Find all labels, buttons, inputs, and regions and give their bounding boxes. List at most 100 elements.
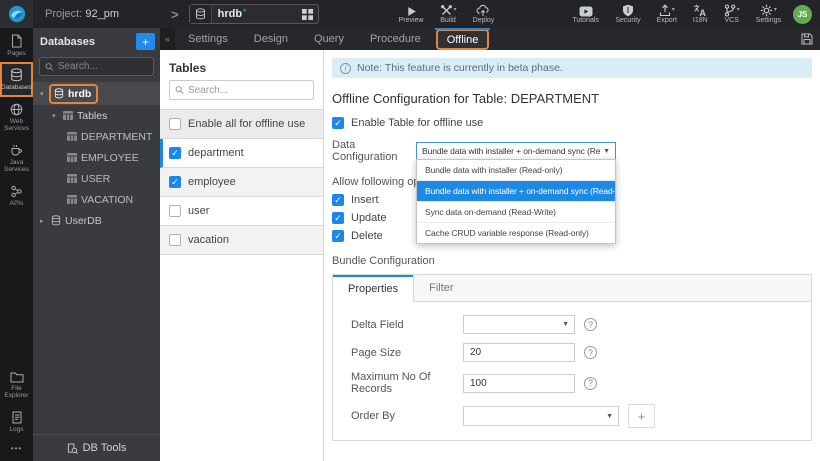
export-button[interactable]: ▾ Export — [649, 0, 685, 28]
sidebar-item-databases[interactable]: Databases — [0, 62, 33, 97]
table-icon — [67, 153, 77, 162]
dropdown-option[interactable]: Sync data on-demand (Read-Write) — [417, 202, 615, 223]
tree-node-employee[interactable]: EMPLOYEE — [33, 147, 160, 168]
security-label: Security — [615, 17, 641, 24]
sidebar-item-java-services[interactable]: Java Services — [0, 138, 33, 179]
dropdown-option[interactable]: Cache CRUD variable response (Read-only) — [417, 223, 615, 243]
tab-design[interactable]: Design — [241, 28, 301, 50]
vcs-label: VCS — [724, 17, 739, 24]
caret-down-icon[interactable]: ▾ — [52, 112, 59, 120]
bundle-configuration-box: Properties Filter Delta Field ▼ ? Page S… — [332, 274, 812, 441]
more-icon[interactable]: ••• — [0, 438, 33, 461]
tables-search-input[interactable] — [188, 84, 308, 96]
coffee-icon — [11, 144, 23, 156]
export-icon: ▾ — [659, 4, 675, 17]
globe-icon — [10, 103, 23, 116]
dropdown-option-highlighted[interactable]: Bundle data with installer + on-demand s… — [417, 181, 615, 202]
build-label: Build — [440, 17, 456, 24]
i18n-button[interactable]: A I18N — [685, 0, 716, 28]
save-button[interactable] — [794, 28, 820, 50]
rail-label: Web Services — [4, 117, 29, 133]
app-logo[interactable] — [0, 0, 33, 28]
table-row-vacation[interactable]: vacation — [160, 226, 323, 255]
tree-node-user[interactable]: USER — [33, 168, 160, 189]
operation-label: Delete — [351, 230, 383, 242]
tables-search[interactable] — [169, 80, 314, 100]
delta-field-select[interactable]: ▼ — [463, 315, 575, 334]
tree-node-vacation[interactable]: VACATION — [33, 189, 160, 210]
help-icon[interactable]: ? — [584, 346, 597, 359]
doc-tab-hrdb[interactable]: hrdb * — [188, 4, 319, 24]
tree-node-tables[interactable]: ▾ Tables — [33, 105, 160, 126]
help-icon[interactable]: ? — [584, 318, 597, 331]
caret-right-icon[interactable]: ▸ — [40, 217, 47, 225]
table-row-department[interactable]: ✓ department — [160, 139, 323, 168]
database-search-input[interactable] — [57, 61, 148, 72]
help-icon[interactable]: ? — [584, 376, 597, 390]
sidebar-item-pages[interactable]: Pages — [0, 28, 33, 62]
checkbox-enable-table[interactable]: ✓ — [332, 117, 344, 129]
checkbox-department[interactable]: ✓ — [169, 147, 181, 159]
tab-settings[interactable]: Settings — [175, 28, 241, 50]
left-rail: Pages Databases Web Services Java Servic… — [0, 28, 33, 461]
editor-tab-bar: « Settings Design Query Procedure Offlin… — [160, 28, 820, 50]
sidebar-item-logs[interactable]: Logs — [0, 405, 33, 438]
select-caret-icon: ▼ — [606, 412, 613, 420]
tutorials-button[interactable]: Tutorials — [564, 0, 607, 28]
databases-panel-header: Databases + — [33, 28, 160, 55]
table-row-enable-all[interactable]: Enable all for offline use — [160, 110, 323, 139]
checkbox-update[interactable]: ✓ — [332, 212, 344, 224]
svg-text:A: A — [700, 8, 707, 17]
deploy-button[interactable]: Deploy — [465, 0, 503, 28]
enable-table-row: ✓ Enable Table for offline use — [332, 117, 812, 129]
collapse-panel-button[interactable]: « — [160, 28, 175, 50]
wavemaker-studio: Project: 92_pm > hrdb * Preview ▾ Build … — [0, 0, 820, 461]
order-by-select[interactable]: ▼ — [463, 406, 619, 426]
sidebar-item-apis[interactable]: APIs — [0, 179, 33, 212]
page-size-input[interactable] — [463, 343, 575, 362]
database-search[interactable] — [39, 57, 154, 76]
avatar[interactable]: JS — [793, 4, 812, 24]
data-configuration-select[interactable]: Bundle data with installer + on-demand s… — [416, 141, 616, 161]
tree-node-userdb[interactable]: ▸ UserDB — [33, 210, 160, 231]
checkbox-vacation[interactable] — [169, 234, 181, 246]
table-row-user[interactable]: user — [160, 197, 323, 226]
sidebar-item-file-explorer[interactable]: File Explorer — [0, 365, 33, 405]
checkbox-insert[interactable]: ✓ — [332, 194, 344, 206]
caret-down-icon[interactable]: ▾ — [40, 90, 47, 98]
table-row-employee[interactable]: ✓ employee — [160, 168, 323, 197]
dropdown-option[interactable]: Bundle data with installer (Read-only) — [417, 160, 615, 181]
db-tools-button[interactable]: DB Tools — [33, 434, 160, 461]
tree-node-department[interactable]: DEPARTMENT — [33, 126, 160, 147]
db-tools-icon — [67, 442, 78, 454]
note-text: Note: This feature is currently in beta … — [357, 62, 563, 74]
tab-filter[interactable]: Filter — [414, 275, 468, 301]
grid-icon[interactable] — [301, 8, 313, 20]
i18n-label: I18N — [692, 17, 708, 24]
build-button[interactable]: ▾ Build — [432, 0, 465, 28]
settings-button[interactable]: ▾ Settings — [748, 0, 789, 28]
max-records-input[interactable] — [463, 373, 575, 393]
checkbox-employee[interactable]: ✓ — [169, 176, 181, 188]
tab-procedure[interactable]: Procedure — [357, 28, 434, 50]
checkbox-user[interactable] — [169, 205, 181, 217]
checkbox-delete[interactable]: ✓ — [332, 230, 344, 242]
checkbox-enable-all[interactable] — [169, 118, 181, 130]
tree-node-label: hrdb — [68, 87, 92, 100]
add-database-button[interactable]: + — [136, 33, 155, 50]
tab-properties[interactable]: Properties — [333, 275, 415, 302]
chevron-right-icon: > — [171, 6, 179, 22]
preview-label: Preview — [398, 17, 424, 24]
tab-query[interactable]: Query — [301, 28, 357, 50]
tab-offline[interactable]: Offline — [434, 28, 490, 48]
sidebar-item-web-services[interactable]: Web Services — [0, 97, 33, 138]
rail-label: Logs — [9, 425, 24, 433]
vcs-button[interactable]: ▾ VCS — [716, 0, 748, 28]
rail-spacer — [0, 212, 33, 364]
order-by-label: Order By — [351, 410, 396, 422]
tree-node-hrdb[interactable]: ▾ hrdb — [33, 82, 160, 105]
preview-button[interactable]: Preview — [391, 0, 432, 28]
add-order-by-button[interactable]: + — [628, 404, 655, 428]
bundle-form: Delta Field ▼ ? Page Size ? — [333, 302, 811, 450]
security-button[interactable]: Security — [607, 0, 648, 28]
